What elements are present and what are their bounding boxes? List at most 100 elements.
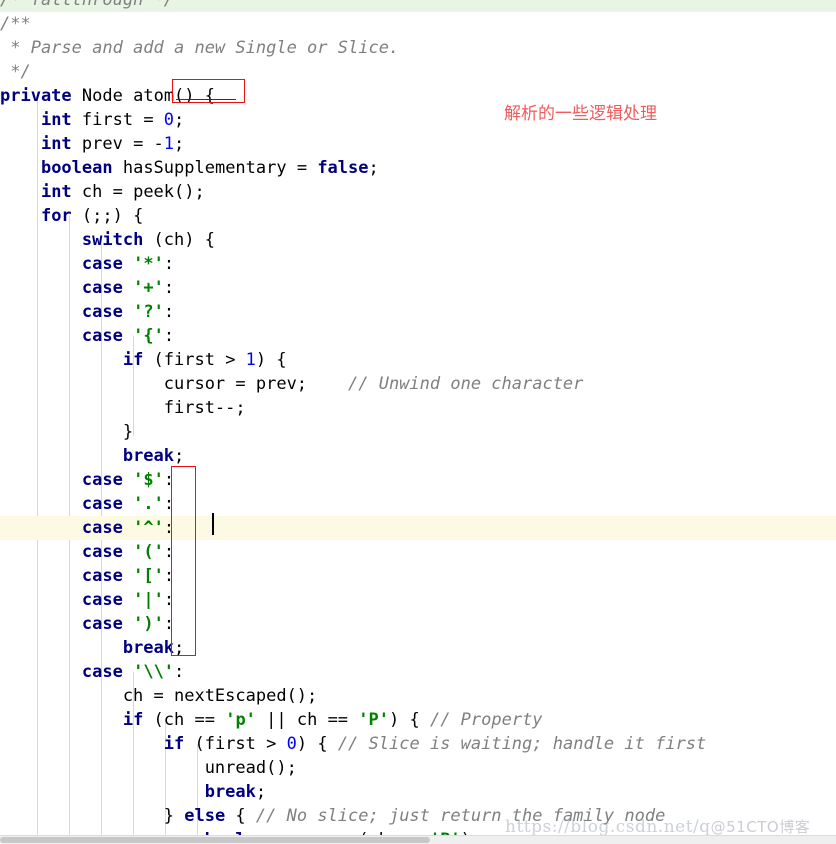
code-token: (first >	[143, 350, 246, 370]
code-line[interactable]: /**	[0, 12, 836, 36]
code-token: || ch ==	[255, 710, 359, 730]
code-line[interactable]: break;	[0, 780, 836, 804]
code-line[interactable]: case '.':	[0, 492, 836, 516]
code-token: for	[40, 206, 72, 226]
code-token: Node	[81, 86, 123, 106]
code-line[interactable]: cursor = prev; // Unwind one character	[0, 372, 836, 396]
code-line[interactable]: case '{':	[0, 324, 836, 348]
code-line[interactable]: private Node atom() {	[0, 84, 836, 108]
code-token: {	[194, 86, 216, 106]
code-line[interactable]: if (first > 0) { // Slice is waiting; ha…	[0, 732, 836, 756]
code-line[interactable]: */	[0, 60, 836, 84]
code-line[interactable]: case '$':	[0, 468, 836, 492]
code-token: break	[204, 782, 256, 802]
code-token: case	[81, 326, 123, 346]
code-token: ;	[174, 446, 185, 466]
code-line[interactable]: int prev = -1;	[0, 132, 836, 156]
code-token: }	[0, 806, 185, 826]
code-line[interactable]: unread();	[0, 756, 836, 780]
code-token: :	[163, 278, 175, 298]
code-token: 1	[245, 350, 256, 370]
code-line[interactable]: for (;;) {	[0, 204, 836, 228]
code-token: :	[163, 590, 175, 610]
code-line[interactable]: case '\\':	[0, 660, 836, 684]
code-line[interactable]: case ')':	[0, 612, 836, 636]
code-token: case	[81, 254, 123, 274]
code-token: atom()	[133, 86, 195, 106]
code-line[interactable]: if (ch == 'p' || ch == 'P') { // Propert…	[0, 708, 836, 732]
code-token: '+'	[133, 278, 164, 298]
code-token: :	[163, 326, 175, 346]
code-token: case	[81, 278, 123, 298]
code-token: case	[81, 470, 123, 490]
code-token: case	[81, 662, 123, 682]
code-line[interactable]: } else { // No slice; just return the fa…	[0, 804, 836, 828]
code-line[interactable]: switch (ch) {	[0, 228, 836, 252]
code-token: first--;	[0, 398, 246, 418]
code-line[interactable]: case '?':	[0, 300, 836, 324]
code-line-list[interactable]: /* fallthrough */ /** * Parse and add a n…	[0, 0, 836, 836]
code-token: else	[184, 806, 226, 826]
code-token: // Unwind one character	[348, 374, 584, 394]
code-token: int	[40, 110, 72, 130]
code-line[interactable]: int ch = peek();	[0, 180, 836, 204]
code-line[interactable]: case '(':	[0, 540, 836, 564]
code-token: '('	[133, 542, 164, 562]
code-token: */	[0, 62, 31, 82]
code-line[interactable]: case '^':	[0, 516, 836, 540]
code-line[interactable]: case '*':	[0, 252, 836, 276]
code-line[interactable]: * Parse and add a new Single or Slice.	[0, 36, 836, 60]
atom-method-underline	[176, 99, 236, 100]
code-token: case	[81, 302, 123, 322]
code-line[interactable]: first--;	[0, 396, 836, 420]
code-token: :	[163, 470, 175, 490]
code-line[interactable]: break;	[0, 444, 836, 468]
code-token: false	[317, 158, 369, 178]
code-token: (ch ==	[143, 710, 226, 730]
code-line[interactable]: case '[':	[0, 564, 836, 588]
code-token: '\\'	[133, 662, 175, 682]
code-token: hasSupplementary =	[112, 158, 318, 178]
code-token: '?'	[133, 302, 164, 322]
code-token: prev = -	[71, 134, 164, 154]
code-editor-view[interactable]: /* fallthrough */ /** * Parse and add a n…	[0, 0, 836, 844]
chinese-annotation-note: 解析的一些逻辑处理	[504, 104, 657, 124]
code-token: '['	[133, 566, 164, 586]
code-token: ch = peek();	[71, 182, 205, 202]
code-token: case	[81, 566, 123, 586]
code-token: cursor = prev;	[0, 374, 308, 394]
horizontal-scrollbar[interactable]	[0, 835, 836, 844]
code-line[interactable]: /* fallthrough */	[0, 0, 836, 12]
code-line[interactable]: boolean hasSupplementary = false;	[0, 156, 836, 180]
code-lines-container[interactable]: /* fallthrough */ /** * Parse and add a n…	[0, 0, 836, 836]
code-line[interactable]: if (first > 1) {	[0, 348, 836, 372]
code-token: ) {	[296, 734, 338, 754]
code-line[interactable]: ch = nextEscaped();	[0, 684, 836, 708]
code-token: break	[122, 446, 175, 466]
code-line[interactable]: }	[0, 420, 836, 444]
horizontal-scrollbar-thumb[interactable]	[0, 837, 430, 843]
code-token: (;;) {	[71, 206, 144, 226]
code-line[interactable]: case '+':	[0, 276, 836, 300]
code-line[interactable]: int first = 0;	[0, 108, 836, 132]
code-token: int	[40, 182, 72, 202]
code-token: case	[81, 590, 123, 610]
code-token: ch = nextEscaped();	[0, 686, 318, 706]
code-line[interactable]: break;	[0, 636, 836, 660]
code-line[interactable]: case '|':	[0, 588, 836, 612]
